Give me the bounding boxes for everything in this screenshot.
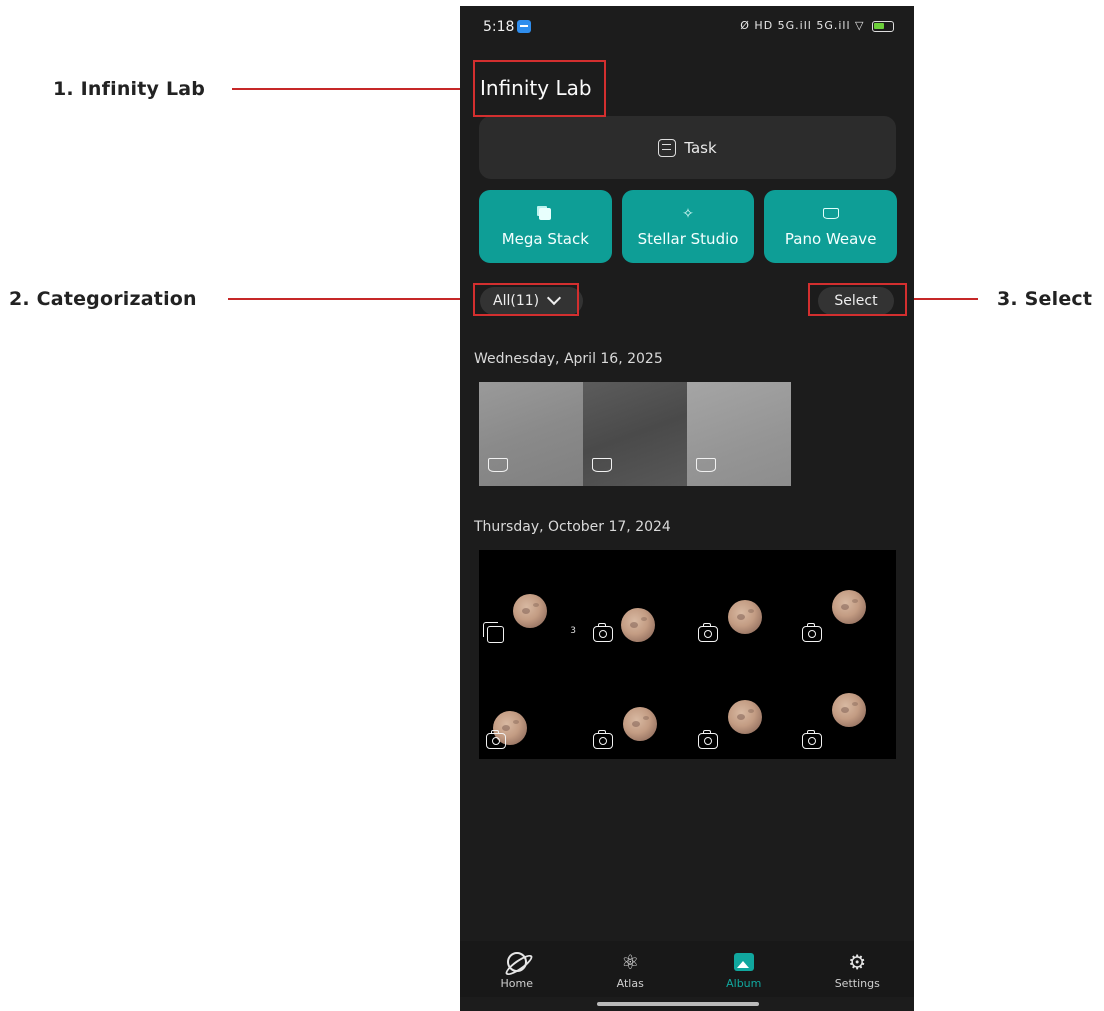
photo-thumbnail[interactable] — [688, 550, 792, 655]
panorama-icon — [488, 458, 508, 472]
status-time: 5:18 — [483, 19, 515, 35]
moon-image — [831, 692, 866, 727]
screenshot-stage: 1. Infinity Lab 2. Categorization 3. Sel… — [0, 0, 1104, 1011]
task-list-icon — [658, 138, 677, 157]
photo-thumbnail[interactable]: 3 — [570, 550, 687, 655]
panorama-thumbnail[interactable] — [583, 382, 687, 486]
panorama-thumbnail[interactable] — [687, 382, 791, 486]
photo-thumbnail[interactable] — [479, 655, 583, 760]
status-icons: Ø HD 5G.ill 5G.ill ▽ — [740, 19, 894, 32]
annotation-label-categorization: 2. Categorization — [9, 288, 197, 310]
group-date: Thursday, October 17, 2024 — [474, 519, 671, 535]
battery-icon — [872, 20, 894, 32]
panorama-icon — [822, 206, 839, 222]
stack-icon — [483, 622, 504, 643]
photo-thumbnail[interactable] — [792, 550, 896, 655]
annotation-line-select — [906, 298, 978, 300]
photo-thumbnail[interactable] — [479, 550, 583, 655]
nav-label: Settings — [834, 977, 880, 990]
nav-item-home[interactable]: Home — [472, 941, 562, 997]
stellar-studio-button[interactable]: ✧ Stellar Studio — [621, 190, 755, 263]
task-label: Task — [684, 138, 717, 157]
panorama-icon — [592, 458, 612, 472]
annotation-line-categorization — [228, 298, 473, 300]
moon-image — [513, 594, 547, 628]
panorama-icon — [696, 458, 716, 472]
camera-icon — [486, 729, 506, 749]
task-button[interactable]: Task — [479, 116, 896, 179]
home-indicator — [597, 1002, 759, 1006]
moon-image — [727, 699, 762, 734]
annotation-line-title — [232, 88, 473, 90]
camera-icon — [801, 623, 822, 642]
nav-label: Atlas — [616, 977, 644, 990]
phone-screen: 5:18 Ø HD 5G.ill 5G.ill ▽ Infinity Lab T… — [460, 6, 914, 1011]
status-bar: 5:18 Ø HD 5G.ill 5G.ill ▽ — [460, 6, 914, 46]
tool-label: Stellar Studio — [637, 229, 739, 248]
camera-icon — [593, 623, 614, 642]
message-notification-icon — [517, 20, 531, 33]
atlas-icon: ⚛ — [621, 950, 640, 974]
bottom-navigation: Home ⚛ Atlas Album ⚙ Settings — [460, 941, 914, 997]
photo-thumbnail[interactable] — [792, 655, 896, 760]
group-date: Wednesday, April 16, 2025 — [474, 351, 663, 367]
camera-icon — [801, 729, 822, 749]
status-icons-text: Ø HD 5G.ill 5G.ill ▽ — [740, 19, 865, 32]
nav-item-album[interactable]: Album — [699, 941, 789, 997]
moon-photo-grid: 3 — [479, 550, 896, 759]
moon-image — [623, 706, 658, 741]
camera-icon — [697, 623, 718, 642]
annotation-box-categorization — [473, 283, 579, 316]
tool-buttons: Mega Stack ✧ Stellar Studio Pano Weave — [479, 190, 898, 263]
mega-stack-button[interactable]: Mega Stack — [479, 190, 612, 263]
annotation-label-title: 1. Infinity Lab — [53, 78, 206, 100]
sparkle-icon: ✧ — [682, 205, 694, 222]
moon-image — [831, 590, 866, 624]
album-icon — [732, 950, 756, 974]
panorama-row — [479, 382, 792, 486]
tool-label: Pano Weave — [784, 229, 877, 248]
nav-item-atlas[interactable]: ⚛ Atlas — [585, 941, 675, 997]
camera-icon — [593, 729, 614, 749]
annotation-box-select — [808, 283, 907, 316]
annotation-box-title — [473, 60, 606, 117]
moon-image — [621, 608, 656, 642]
tool-label: Mega Stack — [501, 229, 589, 248]
annotation-label-select: 3. Select — [997, 288, 1093, 310]
photo-thumbnail[interactable] — [583, 655, 687, 760]
photo-thumbnail[interactable] — [688, 655, 792, 760]
stack-icon — [539, 206, 552, 222]
nav-label: Home — [500, 977, 533, 990]
pano-weave-button[interactable]: Pano Weave — [764, 190, 898, 263]
panorama-thumbnail[interactable] — [479, 382, 583, 486]
camera-icon — [697, 729, 718, 749]
stack-count: 3 — [570, 626, 576, 636]
gear-icon: ⚙ — [848, 950, 867, 974]
nav-item-settings[interactable]: ⚙ Settings — [812, 941, 902, 997]
moon-image — [727, 600, 762, 634]
nav-label: Album — [726, 977, 762, 990]
planet-icon — [505, 950, 529, 974]
